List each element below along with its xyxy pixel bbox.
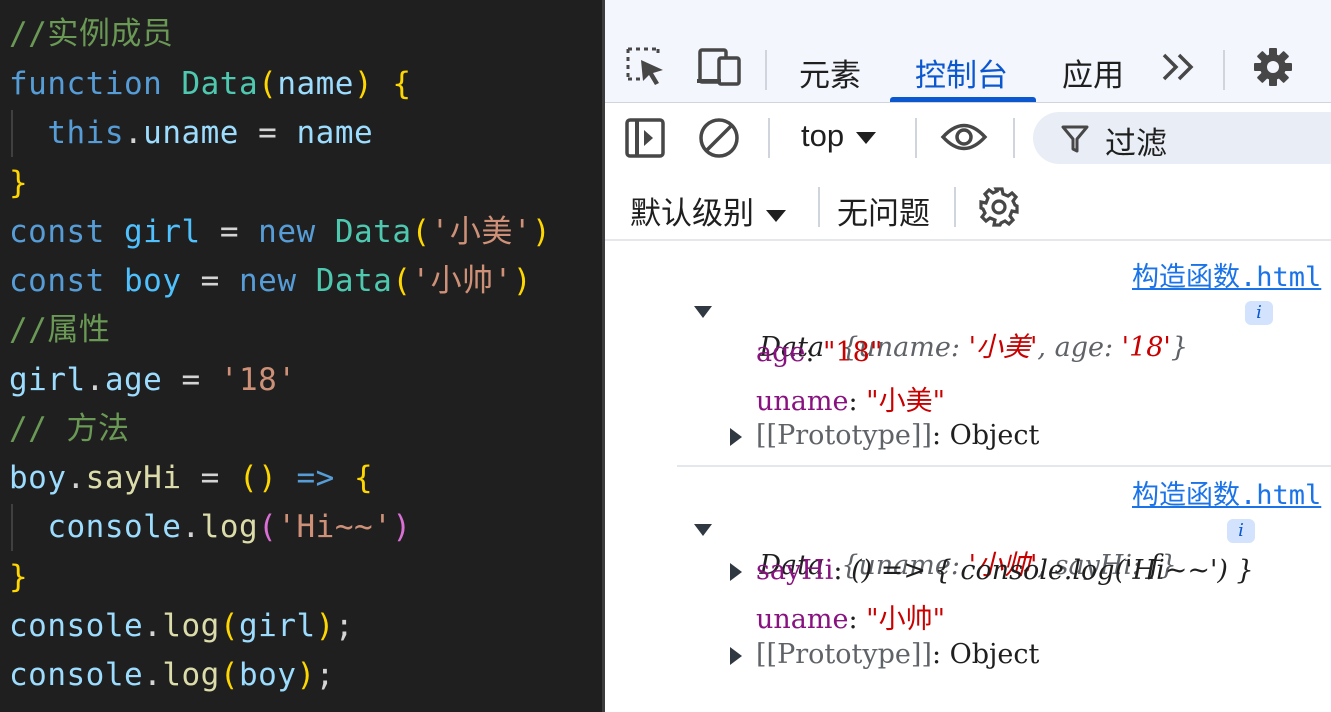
context-selector[interactable]: top: [801, 118, 877, 154]
device-toolbar-icon[interactable]: [697, 48, 743, 91]
object-property: uname: "小美": [756, 386, 945, 417]
collapse-triangle-icon[interactable]: [730, 428, 742, 446]
code-line-14: console.log(boy);: [9, 657, 335, 693]
object-property: uname: "小帅": [756, 604, 945, 635]
more-tabs-chevron-icon[interactable]: [1161, 52, 1195, 87]
filter-funnel-icon: [1061, 124, 1089, 159]
settings-gear-icon[interactable]: [1253, 47, 1293, 92]
code-line-9: // 方法: [9, 411, 130, 447]
collapse-triangle-icon[interactable]: [730, 647, 742, 665]
expand-triangle-icon[interactable]: [694, 306, 712, 318]
object-property: age: "18": [756, 337, 883, 368]
code-line-4: }: [9, 165, 29, 201]
prototype-property[interactable]: [[Prototype]]: Object: [756, 420, 1039, 451]
live-expression-eye-icon[interactable]: [940, 120, 988, 159]
code-line-2: function Data(name) {: [9, 66, 412, 102]
devtools-top-strip: [605, 0, 1331, 30]
inspect-element-icon[interactable]: [625, 46, 667, 91]
message-source-link[interactable]: 构造函数.html: [1132, 473, 1321, 512]
sidebar-toggle-icon[interactable]: [625, 118, 665, 163]
toolbar-separator: [818, 187, 820, 227]
code-line-11: console.log('Hi~~'): [47, 509, 412, 545]
code-editor[interactable]: //实例成员 function Data(name) { this.uname …: [0, 0, 602, 712]
expand-triangle-icon[interactable]: [694, 524, 712, 536]
clear-console-icon[interactable]: [698, 117, 740, 164]
message-separator: [677, 465, 1331, 467]
toolbar-separator: [1013, 118, 1015, 158]
tab-application[interactable]: 应用: [1062, 50, 1124, 95]
code-line-8: girl.age = '18': [9, 362, 297, 398]
toolbar-separator: [1223, 50, 1225, 90]
toolbar-separator: [765, 50, 767, 90]
info-icon[interactable]: i: [1245, 301, 1273, 325]
toolbar-separator: [915, 118, 917, 158]
active-tab-indicator: [890, 97, 1036, 102]
log-levels-dropdown[interactable]: 默认级别: [630, 188, 786, 233]
chevron-down-icon: [856, 131, 877, 144]
chevron-down-icon: [766, 209, 786, 222]
console-settings-gear-icon[interactable]: [979, 187, 1019, 232]
code-line-1: //实例成员: [9, 16, 174, 52]
info-icon[interactable]: i: [1227, 519, 1255, 543]
collapse-triangle-icon[interactable]: [730, 563, 742, 581]
toolbar-separator: [954, 187, 956, 227]
tab-console[interactable]: 控制台: [915, 50, 1008, 95]
tab-elements[interactable]: 元素: [799, 50, 861, 95]
prototype-property[interactable]: [[Prototype]]: Object: [756, 639, 1039, 670]
code-line-12: }: [9, 559, 29, 595]
code-line-13: console.log(girl);: [9, 608, 354, 644]
code-line-6: const boy = new Data('小帅'): [9, 263, 533, 299]
message-source-link[interactable]: 构造函数.html: [1132, 255, 1321, 294]
code-line-3: this.uname = name: [47, 115, 374, 151]
method-property[interactable]: sayHi: () => { console.log('Hi~~') }: [756, 555, 1254, 586]
devtools-panel: 元素 控制台 应用 top 过滤 默认级别 无问题 构造函数.html Data…: [605, 0, 1331, 712]
issues-counter[interactable]: 无问题: [837, 188, 930, 233]
toolbar-separator: [768, 118, 770, 158]
filter-placeholder: 过滤: [1105, 126, 1167, 161]
code-line-10: boy.sayHi = () => {: [9, 460, 374, 496]
code-line-5: const girl = new Data('小美'): [9, 214, 552, 250]
code-line-7: //属性: [9, 312, 111, 348]
